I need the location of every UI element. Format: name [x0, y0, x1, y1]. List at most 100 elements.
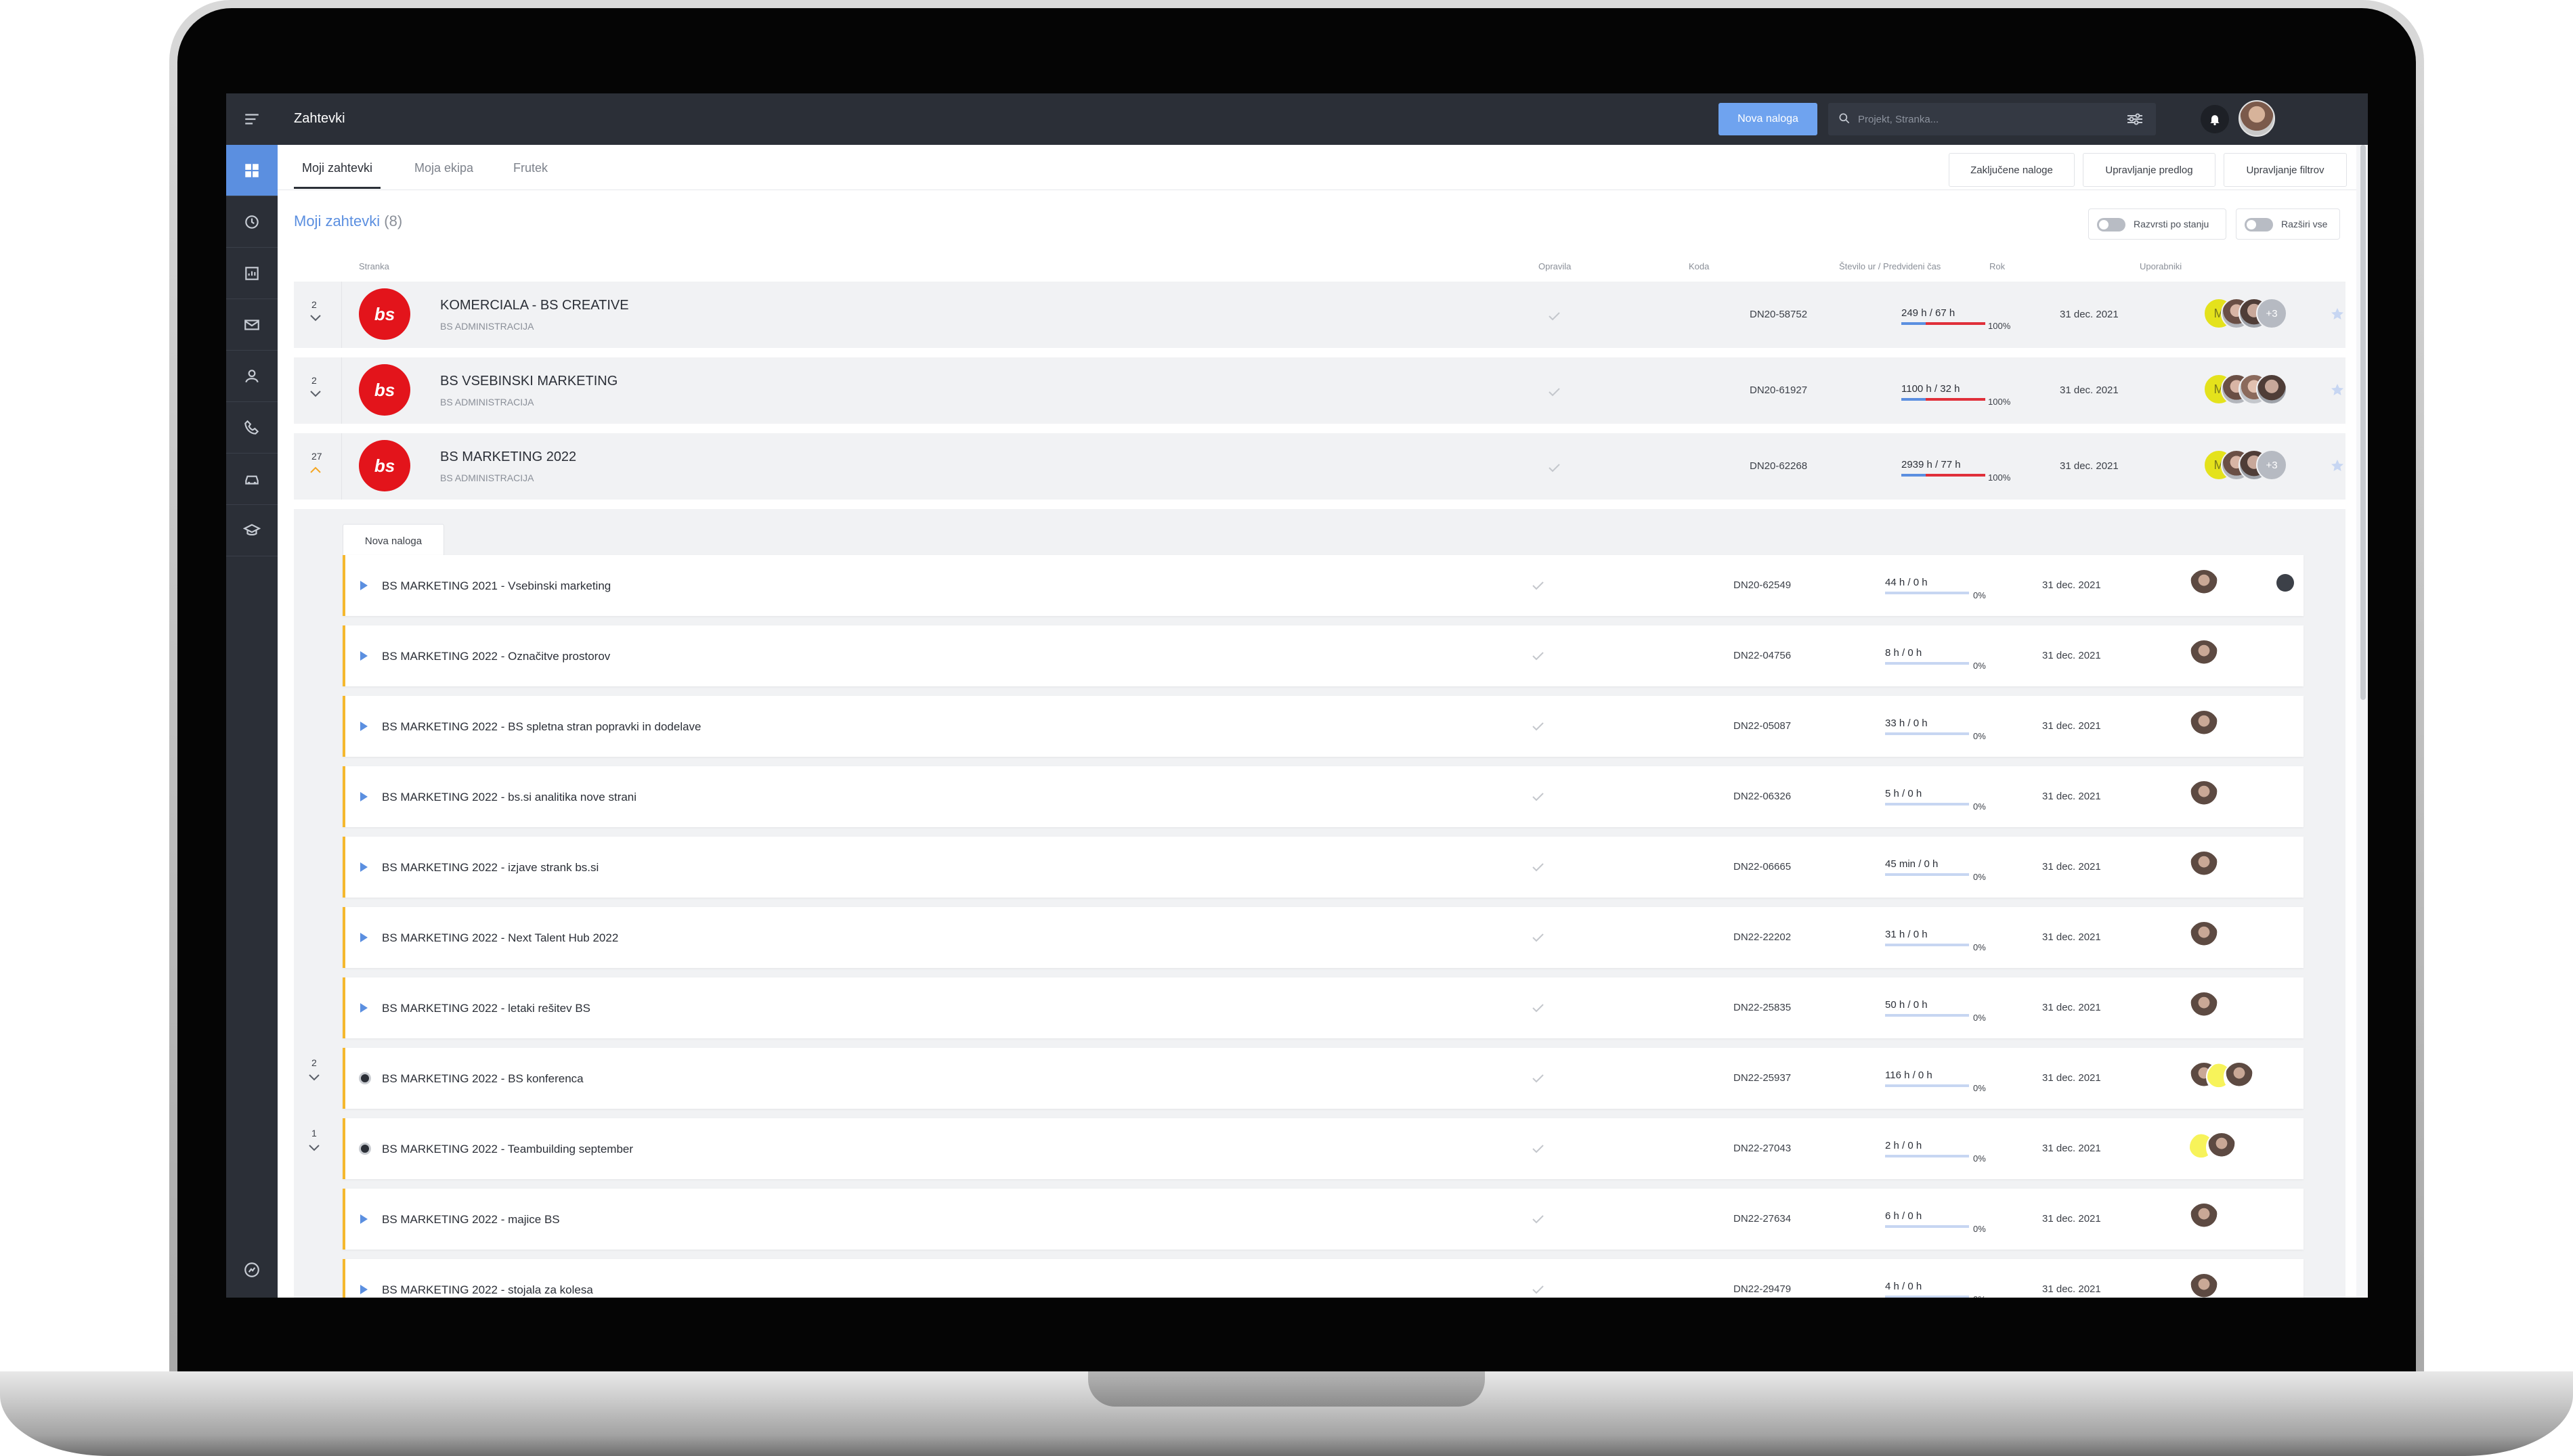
play-icon[interactable] [360, 1285, 368, 1294]
tab-frutek[interactable]: Frutek [513, 161, 548, 175]
avatar[interactable] [2188, 780, 2220, 811]
play-icon[interactable] [360, 792, 368, 801]
avatar[interactable] [2188, 1273, 2220, 1298]
task-row[interactable]: BS MARKETING 2022 - Next Talent Hub 2022… [343, 907, 2304, 968]
task-row[interactable]: BS MARKETING 2022 - stojala za kolesa DN… [343, 1259, 2304, 1298]
play-icon[interactable] [360, 722, 368, 731]
avatar[interactable] [2188, 850, 2220, 881]
task-name[interactable]: BS MARKETING 2022 - majice BS [382, 1213, 560, 1227]
play-icon[interactable] [360, 1003, 368, 1013]
project-name[interactable]: BS MARKETING 2022 [440, 449, 576, 465]
star-icon[interactable] [2329, 306, 2345, 322]
project-name[interactable]: BS VSEBINSKI MARKETING [440, 374, 618, 389]
avatar[interactable] [2188, 991, 2220, 1022]
task-name[interactable]: BS MARKETING 2022 - Next Talent Hub 2022 [382, 931, 618, 945]
chevron-down-icon[interactable] [309, 314, 322, 322]
deadline: 31 dec. 2021 [2060, 309, 2119, 320]
task-name[interactable]: BS MARKETING 2022 - izjave strank bs.si [382, 861, 599, 875]
task-name[interactable]: BS MARKETING 2022 - BS konferenca [382, 1072, 584, 1086]
search-input[interactable] [1858, 103, 2102, 135]
progress-bar [1885, 592, 1969, 594]
closed-tasks-button[interactable]: Zaključene naloge [1949, 153, 2075, 187]
deadline: 31 dec. 2021 [2042, 1072, 2101, 1084]
hours-value: 31 h / 0 h [1885, 929, 1928, 940]
sort-by-status-toggle[interactable]: Razvrsti po stanju [2088, 208, 2226, 240]
toggle-switch[interactable] [2245, 218, 2273, 231]
tab-moja-ekipa[interactable]: Moja ekipa [414, 161, 473, 175]
task-code: DN22-06665 [1733, 861, 1792, 873]
subtask-count: 2 [311, 299, 317, 310]
project-row-expanded[interactable]: 27 bs BS MARKETING 2022 BS ADMINISTRACIJ… [294, 433, 2345, 500]
star-icon[interactable] [2329, 382, 2345, 398]
project-row[interactable]: 2 bs BS VSEBINSKI MARKETING BS ADMINISTR… [294, 357, 2345, 424]
task-row[interactable]: BS MARKETING 2021 - Vsebinski marketing … [343, 555, 2304, 616]
timer-button[interactable] [2276, 574, 2294, 592]
task-name[interactable]: BS MARKETING 2022 - stojala za kolesa [382, 1283, 593, 1297]
more-users-badge[interactable]: +3 [2256, 449, 2287, 481]
task-name[interactable]: BS MARKETING 2022 - BS spletna stran pop… [382, 720, 701, 734]
task-row[interactable]: BS MARKETING 2022 - bs.si analitika nove… [343, 766, 2304, 827]
task-row[interactable]: BS MARKETING 2022 - Teambuilding septemb… [343, 1118, 2304, 1179]
task-name[interactable]: BS MARKETING 2022 - Označitve prostorov [382, 650, 610, 663]
avatar[interactable] [2188, 1202, 2220, 1233]
user-icon[interactable] [226, 351, 278, 402]
task-row[interactable]: BS MARKETING 2022 - BS spletna stran pop… [343, 696, 2304, 757]
avatar[interactable] [2188, 569, 2220, 600]
notifications-button[interactable] [2201, 105, 2229, 133]
play-icon[interactable] [360, 1214, 368, 1224]
chevron-up-icon[interactable] [309, 466, 322, 474]
play-icon[interactable] [360, 933, 368, 942]
task-row[interactable]: BS MARKETING 2022 - letaki rešitev BS DN… [343, 977, 2304, 1038]
tab-moji-zahtevki[interactable]: Moji zahtevki [302, 161, 372, 175]
task-name[interactable]: BS MARKETING 2022 - bs.si analitika nove… [382, 791, 636, 804]
graduation-icon[interactable] [226, 505, 278, 556]
star-icon[interactable] [2329, 458, 2345, 474]
task-code: DN22-06326 [1733, 791, 1792, 802]
task-name[interactable]: BS MARKETING 2022 - Teambuilding septemb… [382, 1143, 633, 1156]
manage-filters-button[interactable]: Upravljanje filtrov [2224, 153, 2347, 187]
new-subtask-button[interactable]: Nova naloga [343, 524, 444, 558]
menu-icon[interactable] [226, 93, 278, 145]
phone-icon[interactable] [226, 402, 278, 454]
expand-all-toggle[interactable]: Razširi vse [2236, 208, 2340, 240]
task-row[interactable]: BS MARKETING 2022 - izjave strank bs.si … [343, 837, 2304, 898]
avatar[interactable] [2188, 921, 2220, 952]
task-code: DN22-05087 [1733, 720, 1792, 732]
avatar[interactable] [2206, 1132, 2237, 1163]
play-icon[interactable] [360, 581, 368, 590]
avatar[interactable] [2188, 709, 2220, 741]
chevron-down-icon[interactable] [307, 1144, 321, 1152]
filter-icon[interactable] [2126, 111, 2144, 127]
scrollbar[interactable] [2360, 145, 2366, 700]
project-name[interactable]: KOMERCIALA - BS CREATIVE [440, 298, 629, 313]
report-icon[interactable] [226, 248, 278, 299]
dashboard-icon[interactable] [226, 145, 278, 196]
chevron-down-icon[interactable] [307, 1074, 321, 1082]
avatar[interactable] [2224, 1061, 2255, 1093]
manage-templates-button[interactable]: Upravljanje predlog [2083, 153, 2215, 187]
new-task-button[interactable]: Nova naloga [1718, 103, 1817, 135]
more-users-badge[interactable]: +3 [2256, 298, 2287, 329]
task-row[interactable]: BS MARKETING 2022 - Označitve prostorov … [343, 625, 2304, 686]
progress-percent: 0% [1973, 590, 1986, 600]
avatar[interactable] [2188, 639, 2220, 670]
project-row[interactable]: 2 bs KOMERCIALA - BS CREATIVE BS ADMINIS… [294, 282, 2345, 348]
avatar[interactable] [2256, 374, 2287, 405]
task-row[interactable]: BS MARKETING 2022 - majice BS DN22-27634… [343, 1189, 2304, 1250]
task-name[interactable]: BS MARKETING 2022 - letaki rešitev BS [382, 1002, 590, 1015]
play-icon[interactable] [360, 651, 368, 661]
check-icon [1532, 581, 1544, 590]
task-name[interactable]: BS MARKETING 2021 - Vsebinski marketing [382, 579, 611, 593]
user-avatar[interactable] [2239, 100, 2275, 137]
play-icon[interactable] [360, 862, 368, 872]
car-icon[interactable] [226, 454, 278, 505]
task-row[interactable]: BS MARKETING 2022 - BS konferenca DN22-2… [343, 1048, 2304, 1109]
progress-bar [1885, 873, 1969, 876]
progress-percent: 100% [1988, 397, 2011, 407]
settings-icon[interactable] [226, 1244, 278, 1296]
toggle-switch[interactable] [2097, 218, 2125, 231]
deadline: 31 dec. 2021 [2042, 579, 2101, 591]
clock-icon[interactable] [226, 196, 278, 248]
chevron-down-icon[interactable] [309, 390, 322, 398]
mail-icon[interactable] [226, 299, 278, 351]
